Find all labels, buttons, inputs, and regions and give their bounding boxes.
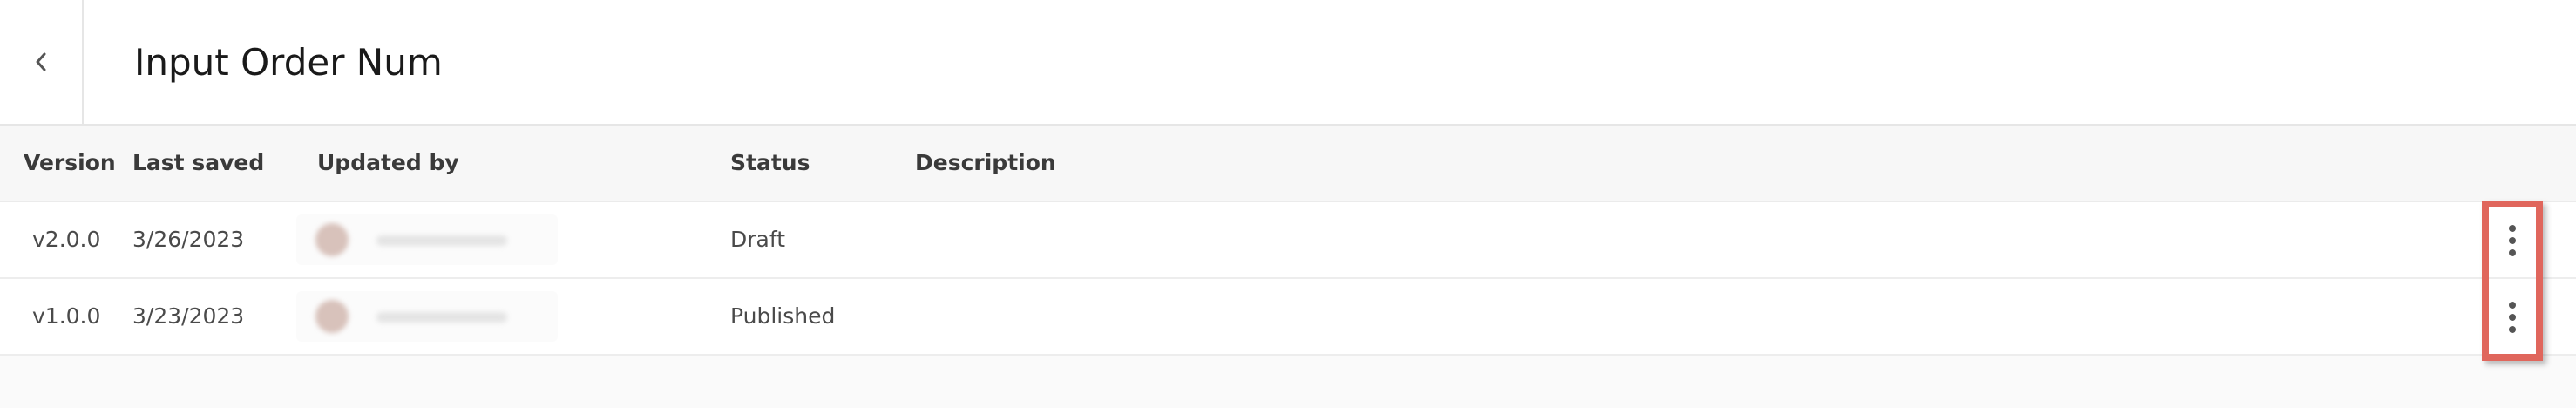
table-header-row: Version Last saved Updated by Status Des… <box>0 126 2576 202</box>
updated-by-cell <box>296 214 558 265</box>
more-vertical-icon-dot <box>2509 314 2516 321</box>
page-header: Input Order Num <box>0 0 2576 126</box>
table-row[interactable]: v1.0.0 3/23/2023 Published <box>0 279 2576 356</box>
chevron-left-icon <box>36 52 46 71</box>
column-header-status[interactable]: Status <box>730 126 810 201</box>
more-vertical-icon <box>2509 302 2516 309</box>
versions-table: Version Last saved Updated by Status Des… <box>0 126 2576 356</box>
column-header-updated-by[interactable]: Updated by <box>317 126 459 201</box>
user-name-redacted <box>376 312 507 323</box>
last-saved-cell: 3/23/2023 <box>132 303 245 329</box>
status-cell: Published <box>730 303 836 329</box>
avatar <box>315 300 349 333</box>
table-row[interactable]: v2.0.0 3/26/2023 Draft <box>0 202 2576 279</box>
updated-by-cell <box>296 291 558 342</box>
more-vertical-icon <box>2509 225 2516 232</box>
more-vertical-icon-dot <box>2509 249 2516 256</box>
column-header-last-saved[interactable]: Last saved <box>132 126 264 201</box>
version-cell: v1.0.0 <box>32 303 101 329</box>
avatar <box>315 223 349 256</box>
user-name-redacted <box>376 235 507 246</box>
column-header-description[interactable]: Description <box>915 126 1056 201</box>
version-cell: v2.0.0 <box>32 227 101 252</box>
back-button[interactable] <box>0 0 84 124</box>
row-actions-button[interactable] <box>2482 209 2543 272</box>
last-saved-cell: 3/26/2023 <box>132 227 245 252</box>
row-actions-button[interactable] <box>2482 286 2543 349</box>
status-cell: Draft <box>730 227 786 252</box>
more-vertical-icon-dot <box>2509 326 2516 333</box>
column-header-version[interactable]: Version <box>24 126 116 201</box>
more-vertical-icon-dot <box>2509 237 2516 244</box>
page-title: Input Order Num <box>134 41 443 84</box>
